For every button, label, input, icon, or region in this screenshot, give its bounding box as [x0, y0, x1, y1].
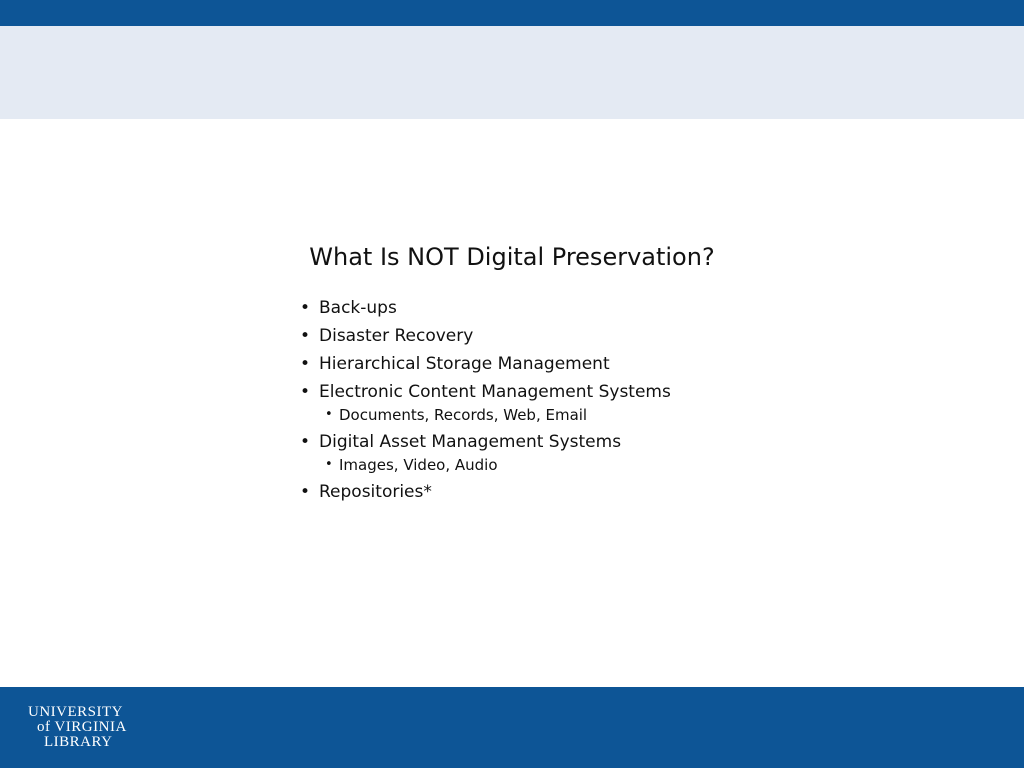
logo-line-virginia: of VIRGINIA — [37, 719, 127, 735]
sub-bullet-text: Documents, Records, Web, Email — [339, 406, 588, 424]
bullet-text: Electronic Content Management Systems — [319, 382, 671, 402]
university-of-virginia-library-logo: UNIVERSITY of VIRGINIA LIBRARY — [28, 705, 138, 750]
top-band — [0, 0, 1024, 26]
header-band — [0, 26, 1024, 119]
bullet-item: Digital Asset Management Systems Images,… — [300, 431, 671, 475]
bullet-text: Back-ups — [319, 298, 397, 318]
bullet-item: Back-ups — [300, 297, 671, 319]
bullet-item: Electronic Content Management Systems Do… — [300, 381, 671, 425]
sub-bullet-list: Documents, Records, Web, Email — [319, 405, 671, 425]
bullet-item: Disaster Recovery — [300, 325, 671, 347]
slide-content: What Is NOT Digital Preservation? Back-u… — [0, 119, 1024, 687]
sub-bullet-item: Images, Video, Audio — [325, 455, 671, 475]
logo-line-university: UNIVERSITY — [28, 704, 123, 720]
sub-bullet-list: Images, Video, Audio — [319, 455, 671, 475]
sub-bullet-item: Documents, Records, Web, Email — [325, 405, 671, 425]
bullet-item: Hierarchical Storage Management — [300, 353, 671, 375]
logo-line-library: LIBRARY — [44, 734, 113, 750]
slide-title: What Is NOT Digital Preservation? — [309, 243, 715, 271]
sub-bullet-text: Images, Video, Audio — [339, 456, 498, 474]
bullet-text: Repositories* — [319, 482, 432, 502]
footer-band: UNIVERSITY of VIRGINIA LIBRARY — [0, 687, 1024, 768]
bullet-item: Repositories* — [300, 481, 671, 503]
bullet-text: Hierarchical Storage Management — [319, 354, 610, 374]
bullet-text: Digital Asset Management Systems — [319, 432, 622, 452]
bullet-text: Disaster Recovery — [319, 326, 474, 346]
bullet-list: Back-ups Disaster Recovery Hierarchical … — [300, 297, 671, 509]
